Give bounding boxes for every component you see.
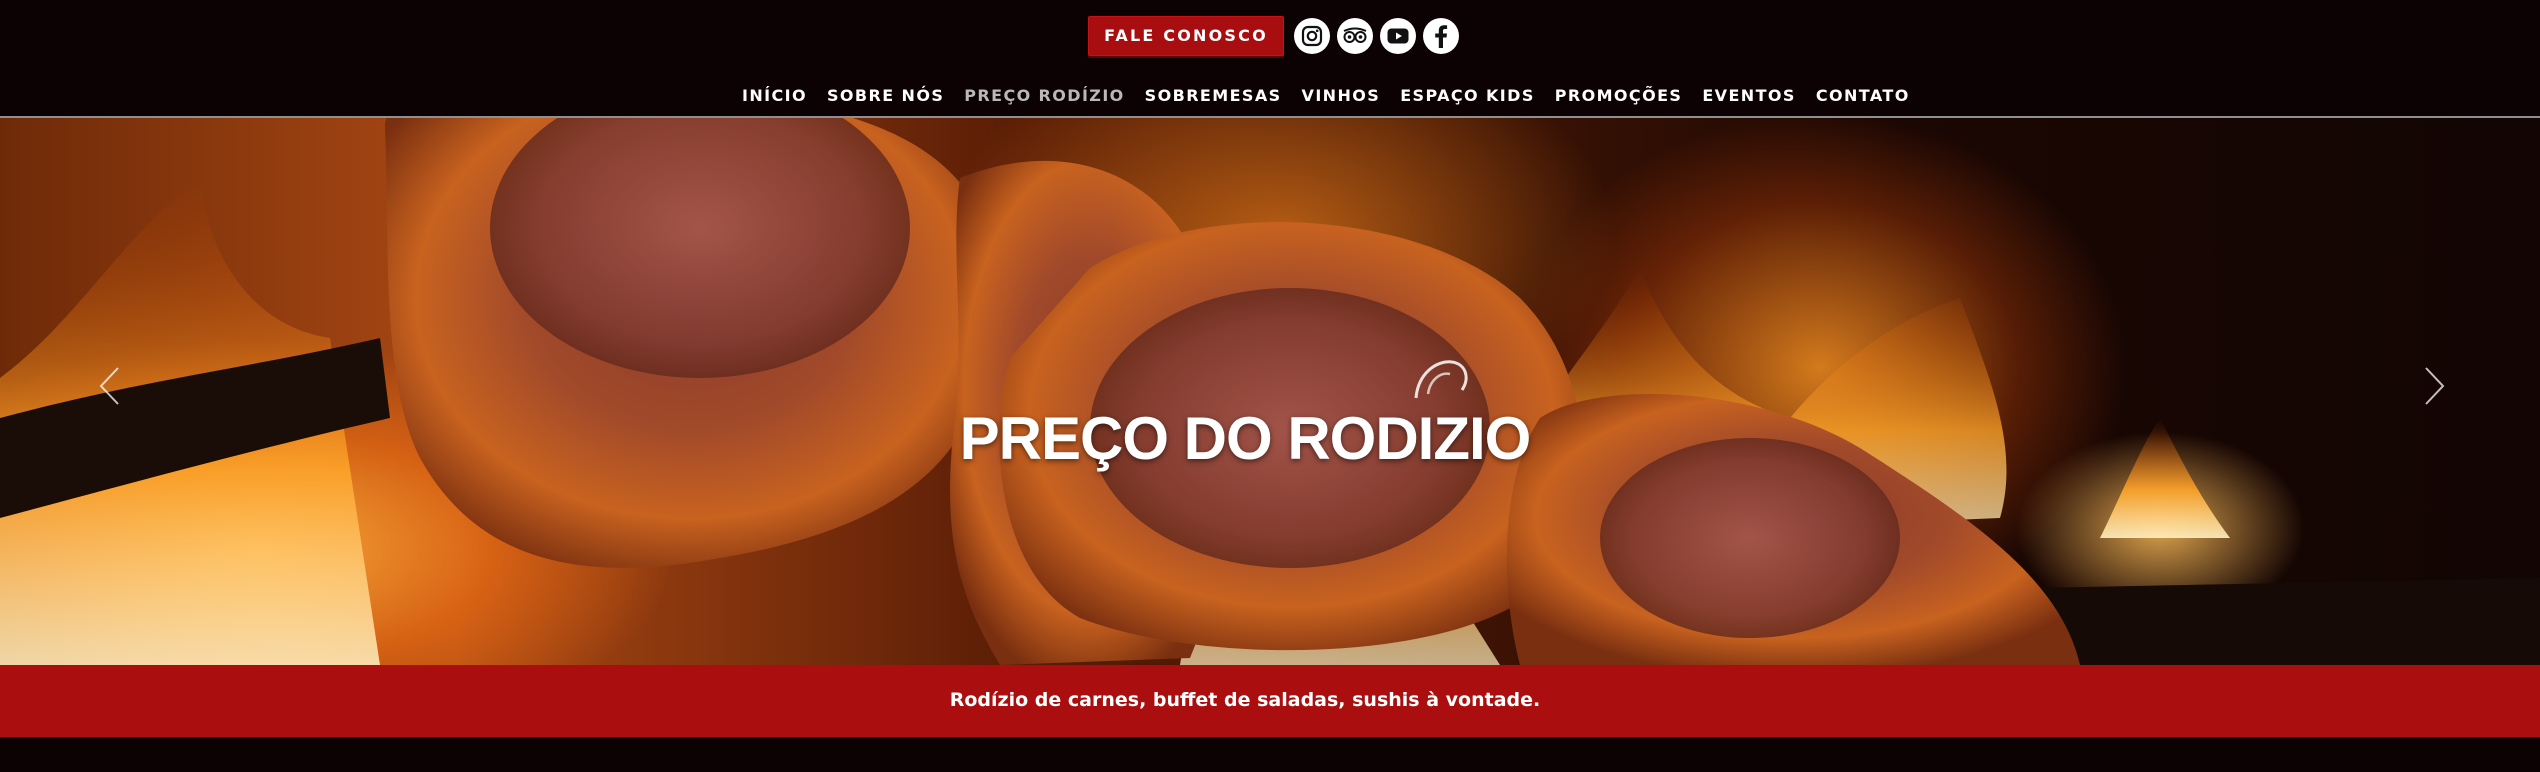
facebook-icon[interactable] [1423, 18, 1459, 54]
nav-item-sobre-nos[interactable]: SOBRE NÓS [827, 86, 944, 105]
instagram-icon[interactable] [1294, 18, 1330, 54]
page-title: PREÇO DO RODIZIO [959, 405, 1532, 472]
nav-item-preco-rodizio[interactable]: PREÇO RODÍZIO [964, 86, 1124, 105]
site-header: FALE CONOSCO INÍCIO SOBRE NÓS PREÇO RODÍ… [0, 0, 2540, 118]
slideshow-prev-button[interactable] [98, 366, 120, 406]
info-banner: Rodízio de carnes, buffet de saladas, su… [0, 665, 2540, 737]
nav-item-eventos[interactable]: EVENTOS [1702, 86, 1795, 105]
nav-item-espaco-kids[interactable]: ESPAÇO KIDS [1400, 86, 1535, 105]
footer-strip [0, 737, 2540, 772]
contact-button[interactable]: FALE CONOSCO [1088, 16, 1284, 56]
banner-text: Rodízio de carnes, buffet de saladas, su… [949, 689, 1541, 711]
nav-item-promocoes[interactable]: PROMOÇÕES [1555, 86, 1683, 105]
nav-item-contato[interactable]: CONTATO [1816, 86, 1910, 105]
social-bar [1294, 18, 1459, 56]
hero-slideshow: PREÇO DO RODIZIO [0, 118, 2540, 665]
main-nav: INÍCIO SOBRE NÓS PREÇO RODÍZIO SOBREMESA… [742, 84, 1910, 106]
hero-background-image [0, 118, 2540, 665]
tripadvisor-icon[interactable] [1337, 18, 1373, 54]
nav-item-vinhos[interactable]: VINHOS [1302, 86, 1381, 105]
slideshow-next-button[interactable] [2424, 366, 2446, 406]
brand-logo-mark [1414, 360, 1468, 399]
nav-item-inicio[interactable]: INÍCIO [742, 86, 807, 105]
youtube-icon[interactable] [1380, 18, 1416, 54]
nav-item-sobremesas[interactable]: SOBREMESAS [1145, 86, 1282, 105]
